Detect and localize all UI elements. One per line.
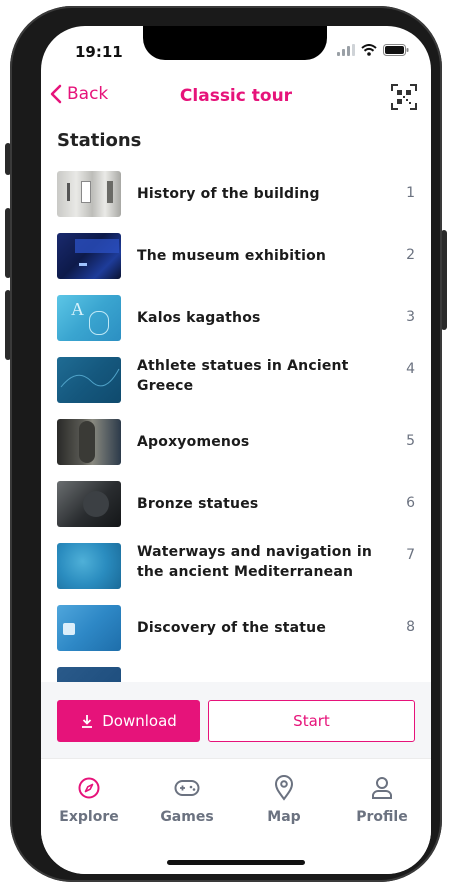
station-row-5[interactable]: Apoxyomenos 5: [57, 419, 417, 481]
station-title: History of the building: [137, 186, 320, 202]
station-title: Bronze statues: [137, 496, 259, 512]
station-thumbnail: A: [57, 295, 121, 341]
status-icons: [337, 44, 409, 56]
station-number: 7: [406, 547, 415, 563]
station-title: Waterways and navigation in the ancient …: [137, 544, 372, 580]
section-title-stations: Stations: [57, 130, 142, 151]
signal-icon: [337, 44, 355, 56]
wifi-icon: [361, 44, 377, 56]
station-title: Athlete statues in Ancient Greece: [137, 358, 349, 394]
station-row-1[interactable]: History of the building 1: [57, 171, 417, 233]
download-icon: [82, 715, 93, 728]
station-row-3[interactable]: A Kalos kagathos 3: [57, 295, 417, 357]
gamepad-icon: [174, 780, 200, 796]
station-row-7[interactable]: Waterways and navigation in the ancient …: [57, 543, 417, 605]
download-label: Download: [102, 712, 177, 730]
nav-header: Back Classic tour: [41, 74, 431, 122]
station-number: 3: [406, 309, 415, 325]
status-bar: 19:11: [41, 26, 431, 74]
tab-label: Profile: [356, 809, 408, 825]
tab-games[interactable]: Games: [147, 773, 227, 825]
station-thumbnail: [57, 171, 121, 217]
station-title: The museum exhibition: [137, 248, 327, 264]
home-indicator: [167, 860, 305, 865]
station-number: 6: [406, 495, 415, 511]
station-title: Discovery of the statue: [137, 620, 327, 636]
action-bar: Download Start: [41, 682, 431, 758]
download-button[interactable]: Download: [57, 700, 200, 742]
station-number: 8: [406, 619, 415, 635]
station-number: 2: [406, 247, 415, 263]
station-thumbnail: [57, 419, 121, 465]
tab-label: Explore: [59, 809, 119, 825]
tab-explore[interactable]: Explore: [49, 773, 129, 825]
station-title: Kalos kagathos: [137, 310, 261, 326]
start-label: Start: [293, 712, 330, 730]
compass-icon: [78, 777, 100, 799]
station-thumbnail: [57, 481, 121, 527]
tab-profile[interactable]: Profile: [342, 773, 422, 825]
start-button[interactable]: Start: [208, 700, 415, 742]
user-icon: [372, 777, 392, 799]
page-title: Classic tour: [179, 86, 293, 106]
notch: [143, 26, 327, 60]
tab-label: Games: [160, 809, 214, 825]
station-number: 1: [406, 185, 415, 201]
tab-label: Map: [267, 809, 301, 825]
status-time: 19:11: [75, 43, 123, 61]
station-thumbnail: [57, 605, 121, 651]
station-row-2[interactable]: The museum exhibition 2: [57, 233, 417, 295]
station-thumbnail: [57, 357, 121, 403]
map-pin-icon: [274, 775, 294, 801]
station-row-6[interactable]: Bronze statues 6: [57, 481, 417, 543]
station-row-4[interactable]: Athlete statues in Ancient Greece 4: [57, 357, 417, 419]
station-number: 4: [406, 361, 415, 377]
battery-icon: [383, 44, 409, 56]
tab-map[interactable]: Map: [244, 773, 324, 825]
screen: 19:11 Back Classic tour Stations History…: [41, 26, 431, 874]
station-thumbnail: [57, 233, 121, 279]
station-number: 5: [406, 433, 415, 449]
station-thumbnail: [57, 543, 121, 589]
tab-bar: Explore Games Map Profile: [41, 758, 431, 874]
station-title: Apoxyomenos: [137, 434, 250, 450]
phone-frame: 19:11 Back Classic tour Stations History…: [10, 6, 442, 882]
station-row-8[interactable]: Discovery of the statue 8: [57, 605, 417, 667]
station-list: History of the building 1 The museum exh…: [57, 171, 417, 691]
qr-code-icon[interactable]: [391, 84, 417, 110]
